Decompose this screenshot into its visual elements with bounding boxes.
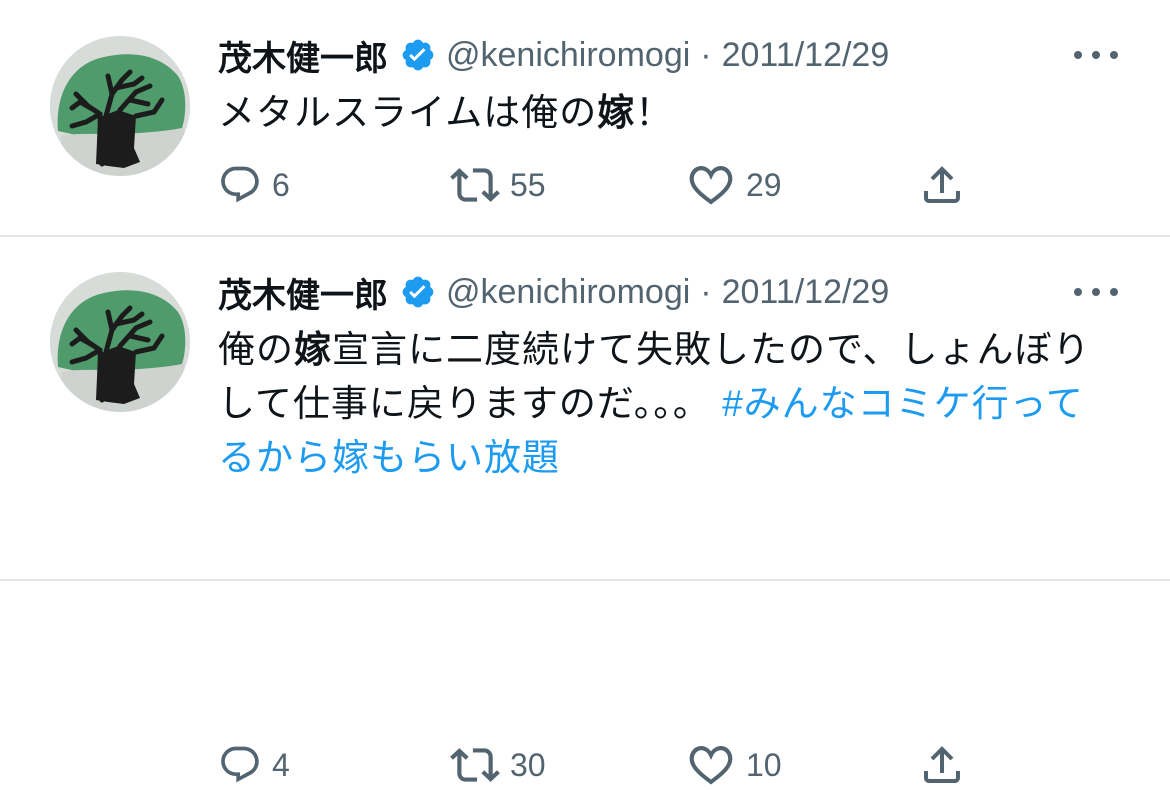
heart-icon	[686, 740, 736, 790]
more-options-icon[interactable]	[1074, 43, 1118, 67]
tweet-header: 茂木健一郎 @kenichiromogi · 2011/12/29	[218, 267, 889, 317]
avatar-image	[50, 36, 190, 176]
author-name[interactable]: 茂木健一郎	[218, 268, 388, 317]
share-icon	[918, 161, 966, 209]
reply-count: 4	[272, 746, 290, 783]
share-icon	[918, 741, 966, 789]
tweet-actions: 4 30 10	[0, 740, 1170, 790]
separator: ·	[700, 272, 712, 311]
author-name[interactable]: 茂木健一郎	[218, 31, 388, 80]
like-button[interactable]: 29	[686, 160, 782, 210]
reply-icon	[218, 163, 262, 207]
more-options-icon[interactable]	[1074, 280, 1118, 304]
separator: ·	[700, 35, 712, 74]
author-handle[interactable]: @kenichiromogi	[446, 36, 690, 75]
retweet-button[interactable]: 55	[450, 160, 546, 210]
tweet-header: 茂木健一郎 @kenichiromogi · 2011/12/29	[218, 30, 889, 80]
tweet-actions: 6 55 29	[0, 160, 1170, 210]
author-handle[interactable]: @kenichiromogi	[446, 273, 690, 312]
reply-button[interactable]: 6	[218, 160, 290, 210]
avatar-image	[50, 272, 190, 412]
avatar[interactable]	[50, 36, 190, 176]
tweet-text: メタルスライムは俺の嫁！	[218, 86, 1118, 140]
retweet-count: 55	[510, 166, 546, 203]
like-count: 10	[746, 746, 782, 783]
reply-icon	[218, 743, 262, 787]
tweet-text-plain: メタルスライムは俺の	[218, 92, 598, 133]
retweet-count: 30	[510, 746, 546, 783]
tweet-text-end: ！	[635, 92, 674, 133]
avatar[interactable]	[50, 272, 190, 412]
like-button[interactable]: 10	[686, 740, 782, 790]
share-button[interactable]	[918, 160, 966, 210]
retweet-icon	[450, 160, 500, 210]
like-count: 29	[746, 166, 782, 203]
verified-badge-icon	[400, 274, 436, 310]
retweet-icon	[450, 740, 500, 790]
tweet[interactable]: 茂木健一郎 @kenichiromogi · 2011/12/29 メタルスライ…	[0, 0, 1170, 236]
reply-count: 6	[272, 166, 290, 203]
tweet-feed: 茂木健一郎 @kenichiromogi · 2011/12/29 メタルスライ…	[0, 0, 1170, 595]
reply-button[interactable]: 4	[218, 740, 290, 790]
tweet-text: 俺の嫁宣言に二度続けて失敗したので、しょんぼりして仕事に戻りますのだ。。。 #み…	[218, 323, 1118, 485]
retweet-button[interactable]: 30	[450, 740, 546, 790]
tweet-date[interactable]: 2011/12/29	[722, 36, 890, 75]
tweet-text-prefix: 俺の	[218, 329, 294, 370]
verified-badge-icon	[400, 37, 436, 73]
tweet-text-bold: 嫁	[597, 92, 636, 133]
heart-icon	[686, 160, 736, 210]
divider	[0, 579, 1170, 581]
tweet-text-bold: 嫁	[294, 329, 332, 370]
tweet-date[interactable]: 2011/12/29	[722, 273, 890, 312]
tweet[interactable]: 茂木健一郎 @kenichiromogi · 2011/12/29 俺の嫁宣言に…	[0, 237, 1170, 581]
share-button[interactable]	[918, 740, 966, 790]
